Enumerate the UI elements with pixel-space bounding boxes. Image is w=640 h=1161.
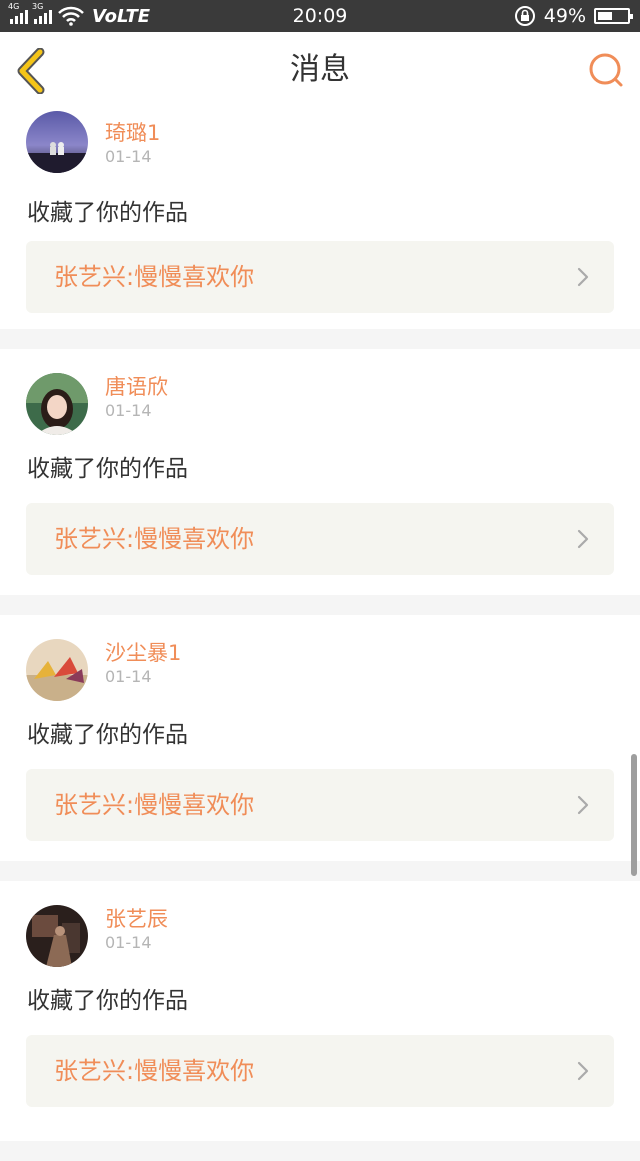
status-bar: 4G 3G VoLTE 20:09 49% xyxy=(0,0,640,32)
message-date: 01-14 xyxy=(105,667,152,686)
nav-bar: 消息 xyxy=(0,32,640,109)
chevron-right-icon xyxy=(577,267,589,287)
avatar[interactable] xyxy=(26,373,88,435)
work-link[interactable]: 张艺兴:慢慢喜欢你 xyxy=(26,241,614,313)
message-date: 01-14 xyxy=(105,933,152,952)
message-card: 张艺辰 01-14 收藏了你的作品 张艺兴:慢慢喜欢你 xyxy=(0,881,640,1141)
action-text: 收藏了你的作品 xyxy=(27,988,188,1014)
signal-icon: 4G xyxy=(8,2,28,24)
action-text: 收藏了你的作品 xyxy=(27,456,188,482)
message-card: 唐语欣 01-14 收藏了你的作品 张艺兴:慢慢喜欢你 xyxy=(0,349,640,595)
rotation-lock-icon xyxy=(514,6,535,26)
username[interactable]: 琦璐1 xyxy=(105,117,160,147)
battery-icon xyxy=(594,8,633,24)
work-title: 张艺兴:慢慢喜欢你 xyxy=(54,263,255,291)
work-link[interactable]: 张艺兴:慢慢喜欢你 xyxy=(26,503,614,575)
battery-fill xyxy=(598,12,612,20)
chevron-right-icon xyxy=(577,1061,589,1081)
work-title: 张艺兴:慢慢喜欢你 xyxy=(54,1057,255,1085)
work-title: 张艺兴:慢慢喜欢你 xyxy=(54,525,255,553)
battery-percent: 49% xyxy=(543,5,586,27)
search-icon xyxy=(589,53,623,87)
message-card: 沙尘暴1 01-14 收藏了你的作品 张艺兴:慢慢喜欢你 xyxy=(0,615,640,861)
signal-icon-2: 3G xyxy=(32,2,52,24)
avatar[interactable] xyxy=(26,111,88,173)
work-link[interactable]: 张艺兴:慢慢喜欢你 xyxy=(26,1035,614,1107)
message-date: 01-14 xyxy=(105,401,152,420)
chevron-right-icon xyxy=(577,529,589,549)
action-text: 收藏了你的作品 xyxy=(27,722,188,748)
work-title: 张艺兴:慢慢喜欢你 xyxy=(54,791,255,819)
status-left: 4G 3G VoLTE xyxy=(8,2,151,27)
network-type-label-2: 3G xyxy=(32,2,44,11)
message-date: 01-14 xyxy=(105,147,152,166)
network-type-label: 4G xyxy=(8,2,20,11)
status-right: 49% xyxy=(514,5,633,27)
username[interactable]: 张艺辰 xyxy=(105,903,168,933)
scrollbar[interactable] xyxy=(631,754,637,876)
action-text: 收藏了你的作品 xyxy=(27,200,188,226)
page-title: 消息 xyxy=(290,52,350,87)
username[interactable]: 沙尘暴1 xyxy=(105,637,181,667)
work-link[interactable]: 张艺兴:慢慢喜欢你 xyxy=(26,769,614,841)
volte-label: VoLTE xyxy=(92,5,151,27)
search-button[interactable] xyxy=(586,50,626,90)
wifi-icon xyxy=(58,6,84,26)
avatar[interactable] xyxy=(26,905,88,967)
message-card: 琦璐1 01-14 收藏了你的作品 张艺兴:慢慢喜欢你 xyxy=(0,107,640,329)
avatar[interactable] xyxy=(26,639,88,701)
username[interactable]: 唐语欣 xyxy=(105,371,168,401)
message-list: 琦璐1 01-14 收藏了你的作品 张艺兴:慢慢喜欢你 唐语欣 01-14 收藏… xyxy=(0,107,640,1161)
chevron-right-icon xyxy=(577,795,589,815)
